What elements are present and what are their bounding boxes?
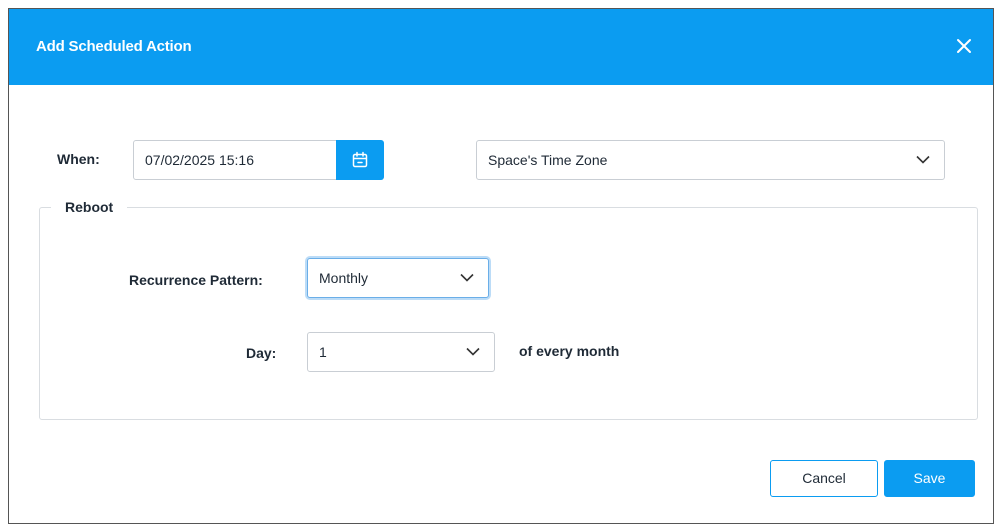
timezone-value: Space's Time Zone [488,152,608,168]
cancel-button[interactable]: Cancel [770,460,878,497]
day-suffix: of every month [519,343,620,359]
reboot-legend: Reboot [51,197,128,217]
chevron-down-icon [466,347,480,356]
dialog-title: Add Scheduled Action [36,38,192,55]
timezone-select[interactable]: Space's Time Zone [476,140,945,180]
datetime-input[interactable]: 07/02/2025 15:16 [133,140,338,180]
calendar-icon [352,151,368,168]
recurrence-pattern-value: Monthly [319,270,369,286]
day-select[interactable]: 1 [307,332,495,372]
datetime-value: 07/02/2025 15:16 [145,152,254,168]
day-label: Day: [246,345,277,361]
recurrence-pattern-label: Recurrence Pattern: [129,272,263,288]
save-button[interactable]: Save [884,460,975,497]
calendar-button[interactable] [336,140,384,180]
add-scheduled-action-dialog: Add Scheduled Action When: 07/02/2025 15… [8,8,994,524]
chevron-down-icon [916,155,930,164]
day-value: 1 [319,344,327,360]
dialog-header: Add Scheduled Action [9,9,993,85]
reboot-fieldset [39,207,978,420]
close-icon[interactable] [953,35,975,57]
when-label: When: [57,151,100,167]
chevron-down-icon [460,273,474,282]
recurrence-pattern-select[interactable]: Monthly [307,258,489,298]
